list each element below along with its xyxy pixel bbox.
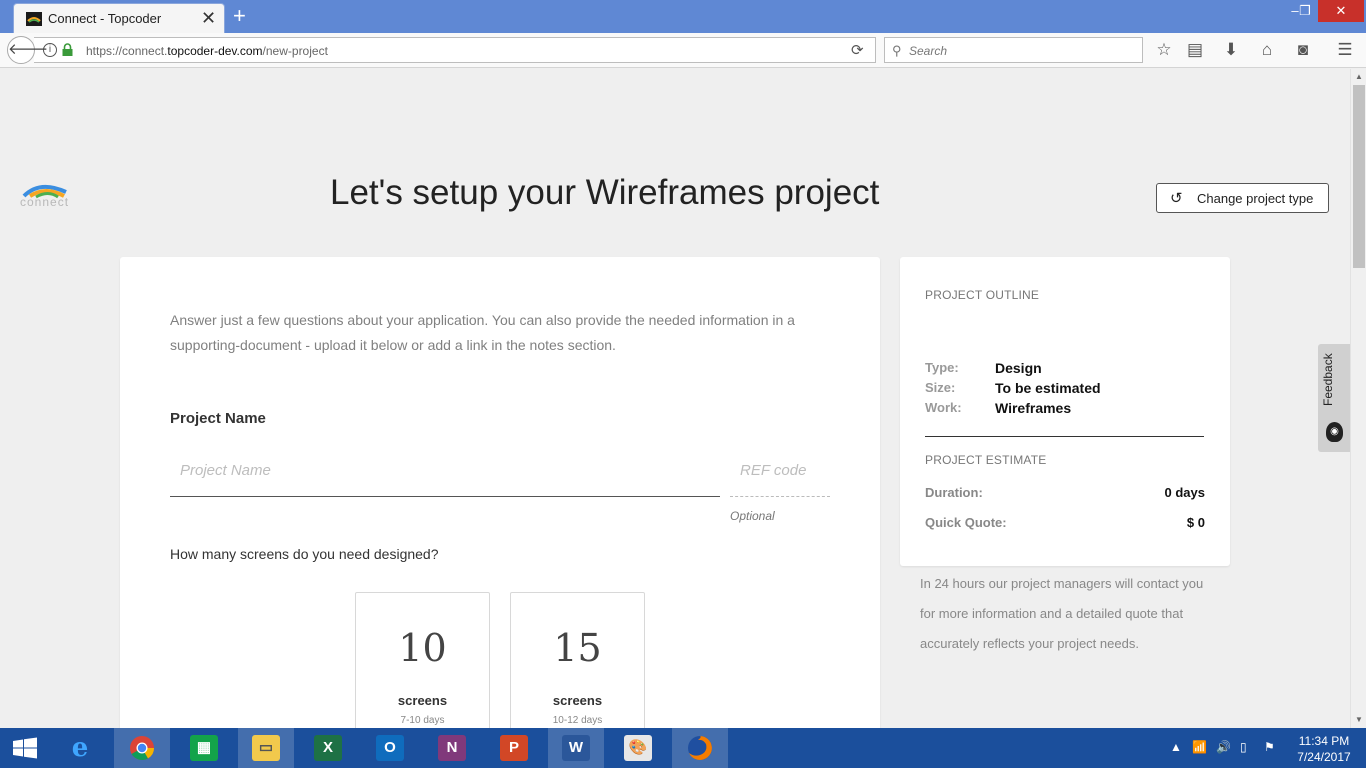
battery-icon[interactable]: ▯ (1240, 740, 1247, 754)
scroll-thumb[interactable] (1353, 85, 1365, 268)
back-button[interactable]: 🡐 (7, 36, 48, 64)
page-scrollbar[interactable]: ▲ ▼ (1350, 69, 1366, 728)
intro-text: Answer just a few questions about your a… (170, 312, 795, 353)
tab-close-icon[interactable]: ✕ (201, 7, 216, 29)
option-number: 15 (553, 626, 602, 670)
project-outline-card: PROJECT OUTLINE Type: Design Size: To be… (900, 257, 1230, 566)
file-explorer-icon[interactable]: ▭ (238, 728, 294, 768)
bookmark-star-icon[interactable]: ☆ (1153, 40, 1175, 60)
undo-icon: ↺ (1170, 190, 1183, 207)
action-center-flag-icon[interactable]: ⚑ (1264, 740, 1275, 754)
close-window-icon[interactable]: ✕ (1318, 0, 1364, 22)
menu-icon[interactable]: ☰ (1334, 40, 1356, 60)
outline-value: To be estimated (995, 380, 1101, 396)
connect-favicon-icon (26, 12, 42, 26)
project-form-card: Answer just a few questions about your a… (120, 257, 880, 728)
browser-navbar: i https://connect.topcoder-dev.com/new-p… (0, 33, 1366, 68)
browser-titlebar: Connect - Topcoder ✕ + ‒ ❐ ✕ (0, 0, 1366, 33)
outline-value: Wireframes (995, 400, 1072, 416)
internet-explorer-icon[interactable]: e (52, 728, 108, 768)
taskbar-clock[interactable]: 11:34 PM 7/24/2017 (1292, 733, 1356, 765)
windows-taskbar: e ▦ ▭ X O N P W 🎨 ▲ 📶 🔊 ▯ ⚑ 11:34 PM 7/2… (0, 728, 1366, 768)
outlook-icon[interactable]: O (362, 728, 418, 768)
change-project-type-button[interactable]: ↺ Change project type (1156, 183, 1329, 213)
windows-start-icon[interactable] (0, 728, 50, 768)
chrome-icon[interactable] (114, 728, 170, 768)
show-hidden-icons-icon[interactable]: ▲ (1170, 740, 1182, 754)
change-button-label: Change project type (1197, 191, 1314, 206)
onenote-icon[interactable]: N (424, 728, 480, 768)
paint-icon[interactable]: 🎨 (610, 728, 666, 768)
logo-text: connect (20, 195, 70, 209)
home-icon[interactable]: ⌂ (1256, 40, 1278, 60)
lock-icon (62, 43, 73, 56)
download-icon[interactable]: ⬇ (1220, 40, 1242, 60)
outline-key: Type: (925, 360, 959, 375)
reload-icon[interactable]: ⟳ (851, 41, 864, 59)
option-unit: screens (397, 693, 448, 708)
search-bar[interactable]: ⚲ Search (884, 37, 1143, 63)
new-tab-icon[interactable]: + (233, 3, 246, 29)
browser-tab[interactable]: Connect - Topcoder ✕ (13, 3, 225, 33)
screens-option-card[interactable]: 15 screens 10-12 days (510, 592, 645, 728)
feedback-tab[interactable]: Feedback ◉ (1318, 344, 1350, 452)
outline-heading: PROJECT OUTLINE (925, 288, 1040, 302)
clock-date: 7/24/2017 (1297, 750, 1351, 764)
outline-divider (925, 436, 1204, 437)
tab-title: Connect - Topcoder (48, 11, 162, 26)
network-icon[interactable]: 📶 (1192, 740, 1207, 754)
outline-key: Size: (925, 380, 956, 395)
search-placeholder: Search (909, 44, 948, 58)
duration-label: Duration: (925, 485, 983, 500)
outline-value: Design (995, 360, 1042, 376)
pocket-icon[interactable]: ◙ (1292, 40, 1314, 60)
estimate-note: In 24 hours our project managers will co… (920, 576, 1204, 651)
feedback-label: Feedback (1321, 353, 1335, 406)
project-name-label: Project Name (170, 410, 266, 427)
outline-key: Work: (925, 400, 962, 415)
option-days: 10-12 days (552, 715, 603, 726)
project-name-input[interactable] (170, 445, 720, 497)
quick-quote-label: Quick Quote: (925, 515, 1007, 530)
ref-code-input[interactable] (730, 445, 830, 497)
duration-value: 0 days (1164, 485, 1205, 500)
firefox-icon[interactable] (672, 728, 728, 768)
option-unit: screens (552, 693, 603, 708)
reading-list-icon[interactable]: ▤ (1184, 40, 1206, 60)
search-icon: ⚲ (892, 43, 902, 58)
ref-code-hint: Optional (730, 509, 775, 523)
arrow-left-icon: 🡐 (8, 41, 49, 58)
maximize-icon[interactable]: ❐ (1290, 0, 1320, 22)
clock-time: 11:34 PM (1298, 734, 1350, 748)
quick-quote-value: $ 0 (1186, 515, 1205, 530)
scroll-up-icon[interactable]: ▲ (1351, 69, 1366, 85)
screens-option-card[interactable]: 10 screens 7-10 days (355, 592, 490, 728)
page-title: Let's setup your Wireframes project (330, 173, 880, 212)
page-content: connect Let's setup your Wireframes proj… (0, 69, 1350, 728)
excel-icon[interactable]: X (300, 728, 356, 768)
word-icon[interactable]: W (548, 728, 604, 768)
option-number: 10 (398, 626, 447, 670)
screens-question: How many screens do you need designed? (170, 546, 439, 562)
option-days: 7-10 days (400, 715, 445, 726)
url-text[interactable]: https://connect.topcoder-dev.com/new-pro… (86, 44, 328, 58)
volume-icon[interactable]: 🔊 (1216, 740, 1231, 754)
estimate-heading: PROJECT ESTIMATE (925, 453, 1047, 467)
store-icon[interactable]: ▦ (176, 728, 232, 768)
scroll-down-icon[interactable]: ▼ (1351, 712, 1366, 728)
url-bar[interactable]: i https://connect.topcoder-dev.com/new-p… (34, 37, 876, 63)
feedback-bot-icon: ◉ (1326, 422, 1343, 442)
powerpoint-icon[interactable]: P (486, 728, 542, 768)
